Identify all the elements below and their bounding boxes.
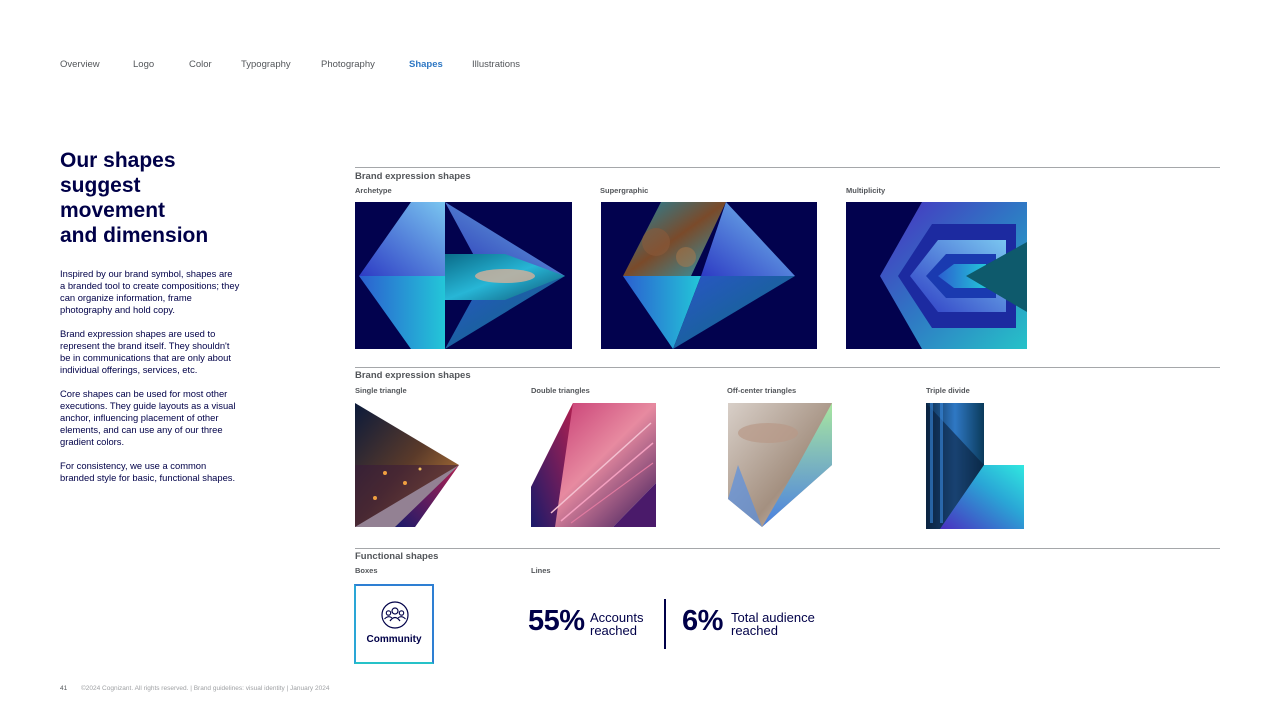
- multiplicity-label: Multiplicity: [846, 186, 886, 195]
- intro-paragraph: Brand expression shapes are used to repr…: [60, 328, 231, 375]
- intro-paragraph: Inspired by our brand symbol, shapes are…: [60, 268, 240, 315]
- page-title: Our shapes suggest movement and dimensio…: [60, 148, 300, 248]
- intro-paragraph: For consistency, we use a common branded…: [60, 460, 236, 483]
- intro-paragraph: Core shapes can be used for most other e…: [60, 388, 236, 447]
- stat-label: Total audience reached: [731, 611, 815, 637]
- stat-divider-line: [664, 599, 666, 649]
- section-divider: [355, 167, 1220, 168]
- triple-divide-label: Triple divide: [926, 386, 970, 395]
- stat-label: Accounts reached: [590, 611, 643, 637]
- nav-logo[interactable]: Logo: [133, 59, 154, 70]
- supergraphic-label: Supergraphic: [600, 186, 649, 195]
- stat-label-line: reached: [731, 623, 778, 638]
- off-center-triangles-label: Off-center triangles: [727, 386, 797, 395]
- section-divider: [355, 548, 1220, 549]
- page-title-line: Our shapes: [60, 149, 176, 172]
- archetype-image: [355, 202, 572, 349]
- community-box: Community: [354, 584, 434, 664]
- stat-value: 6%: [682, 605, 723, 637]
- nav-typography[interactable]: Typography: [241, 59, 291, 70]
- footer-text: ©2024 Cognizant. All rights reserved. | …: [81, 685, 330, 692]
- triple-divide-image: [926, 403, 1024, 529]
- double-triangles-label: Double triangles: [531, 386, 590, 395]
- page-title-line: suggest: [60, 174, 141, 197]
- archetype-label: Archetype: [355, 186, 392, 195]
- nav-illustrations[interactable]: Illustrations: [472, 59, 520, 70]
- section-title: Brand expression shapes: [355, 370, 471, 381]
- single-triangle-label: Single triangle: [355, 386, 407, 395]
- supergraphic-image: [601, 202, 817, 349]
- lines-label: Lines: [531, 566, 551, 575]
- intro-copy: Inspired by our brand symbol, shapes are…: [60, 268, 240, 496]
- section-title: Brand expression shapes: [355, 171, 471, 182]
- page-title-line: movement: [60, 199, 166, 222]
- off-center-triangles-image: [728, 403, 832, 527]
- page-number: 41: [60, 685, 68, 692]
- stat-label-line: reached: [590, 623, 637, 638]
- community-label: Community: [366, 634, 422, 645]
- double-triangles-image: [531, 403, 656, 527]
- section-title: Functional shapes: [355, 551, 439, 562]
- page-title-line: and dimension: [60, 224, 209, 247]
- multiplicity-image: [846, 202, 1027, 349]
- stat-value: 55%: [528, 605, 585, 637]
- nav-photography[interactable]: Photography: [321, 59, 375, 70]
- community-icon: [381, 601, 409, 629]
- single-triangle-image: [355, 403, 459, 527]
- section-divider: [355, 367, 1220, 368]
- boxes-label: Boxes: [355, 566, 378, 575]
- nav-shapes[interactable]: Shapes: [409, 59, 443, 70]
- nav-color[interactable]: Color: [189, 59, 212, 70]
- nav-overview[interactable]: Overview: [60, 59, 100, 70]
